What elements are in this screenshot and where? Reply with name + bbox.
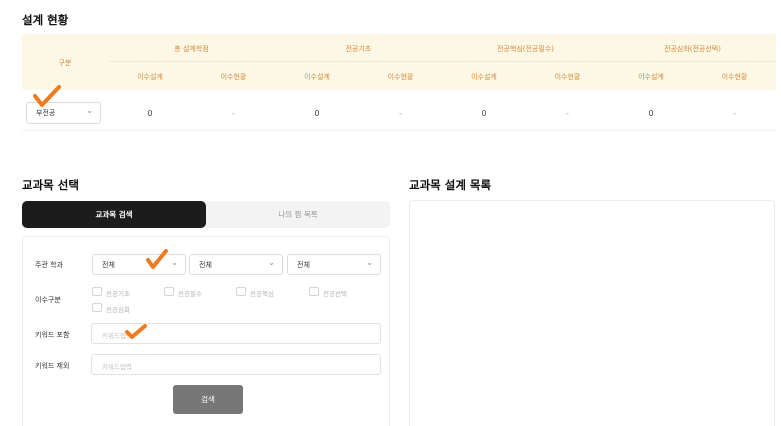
group-header-core: 전공핵심(전공필수) — [497, 45, 554, 53]
cell-value: 0 — [147, 109, 153, 118]
course-selection-title: 교과목 선택 — [22, 178, 79, 192]
course-design-list-title: 교과목 설계 목록 — [409, 178, 492, 192]
dept-label: 주관 학과 — [35, 261, 63, 269]
course-type-label: 이수구분 — [35, 296, 61, 304]
sub-header: 이수설계 — [304, 73, 330, 81]
category-header: 구분 — [58, 59, 72, 67]
tab-my-wishlist[interactable]: 나의 찜 목록 — [206, 201, 390, 228]
design-status-table: 구분 총 설계학점 전공기초 전공핵심(전공필수) 전공심화(전공선택) 이수설… — [22, 34, 776, 131]
cell-value: - — [566, 109, 569, 118]
cell-value: 0 — [481, 109, 487, 118]
checkbox-label: 전공기초 — [106, 290, 130, 298]
keyword-exclude-label: 키워드 제외 — [35, 362, 70, 370]
cell-value: - — [232, 109, 235, 118]
sub-header: 이수현황 — [220, 73, 247, 81]
keyword-exclude-placeholder: 키워드입력 — [102, 363, 132, 371]
sub-header: 이수설계 — [137, 73, 163, 81]
group-header-advanced: 전공심화(전공선택) — [664, 45, 721, 53]
tab-course-search[interactable]: 교과목 검색 — [22, 201, 206, 228]
checkbox-label: 전공핵심 — [250, 290, 274, 298]
chevron-down-icon: ⌄ — [366, 258, 373, 267]
checkbox-required[interactable] — [164, 287, 174, 296]
checkmark-annotation-icon — [33, 85, 61, 107]
checkbox-label: 전공필수 — [178, 290, 202, 298]
sub-header: 이수현황 — [387, 73, 414, 81]
keyword-exclude-input[interactable]: 키워드입력 — [91, 354, 381, 375]
dept-select-1[interactable]: 전체 ⌄ — [92, 254, 186, 275]
dept-select-value: 전체 — [199, 261, 212, 269]
dept-select-value: 전체 — [297, 261, 310, 269]
checkbox-label: 전공선택 — [323, 290, 347, 298]
dept-select-value: 전체 — [102, 261, 115, 269]
sub-header: 이수설계 — [471, 73, 497, 81]
checkbox-label: 전공심화 — [106, 306, 130, 314]
dept-select-3[interactable]: 전체 ⌄ — [287, 254, 381, 275]
group-header-total: 총 설계학점 — [174, 45, 209, 53]
sub-header: 이수현황 — [721, 73, 748, 81]
cell-value: - — [733, 109, 736, 118]
checkmark-annotation-icon — [125, 324, 147, 339]
cell-value: 0 — [314, 109, 320, 118]
header-divider — [108, 61, 776, 62]
sub-header: 이수설계 — [638, 73, 664, 81]
major-type-value: 부전공 — [36, 109, 56, 117]
keyword-include-label: 키워드 포함 — [35, 331, 70, 339]
design-status-title: 설계 현황 — [22, 13, 69, 27]
checkbox-basic[interactable] — [92, 287, 102, 296]
chevron-down-icon: ⌄ — [171, 258, 178, 267]
sub-header: 이수현황 — [554, 73, 581, 81]
course-design-list-panel — [409, 200, 775, 426]
checkbox-advanced[interactable] — [92, 303, 102, 312]
table-bottom-border — [22, 130, 776, 131]
cell-value: - — [399, 109, 402, 118]
search-form-panel: 주관 학과 전체 ⌄ 전체 ⌄ 전체 ⌄ 이수구분 전공기초 전공필수 전공핵심… — [22, 236, 390, 426]
checkbox-elective[interactable] — [309, 287, 319, 296]
chevron-down-icon: ⌄ — [268, 258, 275, 267]
search-button[interactable]: 검색 — [173, 385, 243, 414]
checkbox-core[interactable] — [236, 287, 246, 296]
group-header-basic: 전공기초 — [345, 45, 372, 53]
chevron-down-icon: ⌄ — [86, 106, 93, 115]
cell-value: 0 — [648, 109, 654, 118]
checkmark-annotation-icon — [146, 249, 168, 269]
dept-select-2[interactable]: 전체 ⌄ — [189, 254, 283, 275]
